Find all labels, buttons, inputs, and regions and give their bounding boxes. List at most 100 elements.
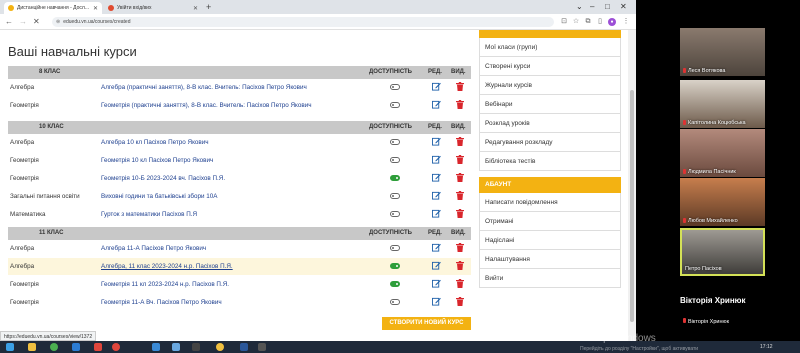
- course-link[interactable]: Виховні години та батьківські збори 10А: [101, 193, 217, 200]
- course-row: Геометрія Геометрія 10 кл Пасіхов Петро Я…: [8, 152, 471, 169]
- availability-toggle[interactable]: [390, 299, 400, 305]
- menu-item[interactable]: Надіслані: [479, 231, 621, 250]
- availability-toggle[interactable]: [390, 102, 400, 108]
- edit-icon[interactable]: [432, 261, 441, 270]
- bookmark-star-icon[interactable]: ☆: [572, 18, 580, 26]
- zoom-icon[interactable]: [152, 343, 160, 351]
- delete-icon[interactable]: [456, 137, 464, 146]
- app-icon[interactable]: [192, 343, 200, 351]
- delete-icon[interactable]: [456, 82, 464, 91]
- availability-toggle[interactable]: [390, 193, 400, 199]
- edit-icon[interactable]: [432, 173, 441, 182]
- delete-icon[interactable]: [456, 209, 464, 218]
- menu-item[interactable]: Вебінари: [479, 95, 621, 114]
- availability-toggle[interactable]: [390, 211, 400, 217]
- course-link[interactable]: Геометрія (практичні заняття), 8-В клас.…: [101, 102, 312, 109]
- mic-muted-icon: [683, 318, 686, 323]
- minimize-icon[interactable]: –: [590, 2, 594, 12]
- edit-icon[interactable]: [432, 279, 441, 288]
- chrome-icon[interactable]: [216, 343, 224, 351]
- menu-item[interactable]: Написати повідомлення: [479, 193, 621, 212]
- delete-icon[interactable]: [456, 297, 464, 306]
- close-tab-icon[interactable]: ✕: [89, 5, 98, 12]
- participant-tile[interactable]: Людмила Пасічник: [680, 129, 765, 177]
- availability-toggle[interactable]: [390, 281, 400, 287]
- page-scrollbar[interactable]: [628, 30, 636, 341]
- participant-tile-active[interactable]: Петро Пасіхов: [680, 228, 765, 276]
- course-link[interactable]: Алгебра, 11 клас 2023-2024 н.р. Пасіхов …: [101, 263, 233, 270]
- menu-item[interactable]: Мої класи (групи): [479, 38, 621, 57]
- participant-tile[interactable]: Капітолина Коцюбська: [680, 80, 765, 128]
- course-link[interactable]: Алгебра 10 кл Пасіхов Петро Якович: [101, 139, 209, 146]
- course-link[interactable]: Геометрія 10 кл Пасіхов Петро Якович: [101, 157, 213, 164]
- new-tab-button[interactable]: +: [206, 2, 211, 13]
- extensions-icon[interactable]: ⧉: [584, 18, 592, 26]
- stop-loading-icon[interactable]: ✕: [33, 17, 40, 27]
- course-link[interactable]: Алгебра 11-А Пасіхов Петро Якович: [101, 245, 206, 252]
- edit-icon[interactable]: [432, 243, 441, 252]
- availability-toggle[interactable]: [390, 157, 400, 163]
- site-info-icon[interactable]: ⊜: [56, 19, 60, 25]
- create-course-button[interactable]: СТВОРИТИ НОВИЙ КУРС: [382, 317, 471, 330]
- edit-icon[interactable]: [432, 155, 441, 164]
- course-link[interactable]: Геометрія 10-Б 2023-2024 вч. Пасіхов П.Я…: [101, 175, 225, 182]
- translate-icon[interactable]: ⊡: [560, 18, 568, 26]
- file-explorer-icon[interactable]: [28, 343, 36, 351]
- url-field[interactable]: ⊜ eduedu.vn.ua/courses/created: [52, 17, 554, 27]
- chrome-icon[interactable]: [50, 343, 58, 351]
- course-link[interactable]: Гурток з математики Пасіхов П.Я: [101, 211, 197, 218]
- delete-icon[interactable]: [456, 261, 464, 270]
- edit-icon[interactable]: [432, 209, 441, 218]
- menu-item[interactable]: Розклад уроків: [479, 114, 621, 133]
- forward-icon[interactable]: →: [19, 17, 27, 27]
- delete-icon[interactable]: [456, 243, 464, 252]
- edit-icon[interactable]: [432, 191, 441, 200]
- close-tab-icon[interactable]: ✕: [189, 5, 198, 12]
- scrollbar-thumb[interactable]: [630, 90, 634, 322]
- menu-item[interactable]: Бібліотека тестів: [479, 152, 621, 171]
- sidebar-icon[interactable]: ▯: [596, 18, 604, 26]
- availability-toggle[interactable]: [390, 84, 400, 90]
- menu-item[interactable]: Налаштування: [479, 250, 621, 269]
- app-icon[interactable]: [258, 343, 266, 351]
- start-icon[interactable]: [6, 343, 14, 351]
- tab-login[interactable]: Увійти вхід/вих ✕: [104, 2, 202, 14]
- course-link[interactable]: Алгебра (практичні заняття), 8-В клас. В…: [101, 84, 307, 91]
- section-title: 10 КЛАС: [39, 124, 64, 130]
- profile-avatar-icon[interactable]: ●: [608, 18, 616, 26]
- menu-item[interactable]: Журнали курсів: [479, 76, 621, 95]
- maximize-icon[interactable]: □: [605, 2, 610, 12]
- participant-tile[interactable]: Леся Вотякова: [680, 28, 765, 76]
- delete-icon[interactable]: [456, 173, 464, 182]
- course-link[interactable]: Геометрія 11-А Вч. Пасіхов Петро Якович: [101, 299, 222, 306]
- more-menu-icon[interactable]: ⋮: [622, 18, 630, 26]
- availability-toggle[interactable]: [390, 175, 400, 181]
- app-icon[interactable]: [94, 343, 102, 351]
- back-icon[interactable]: ←: [5, 17, 13, 27]
- close-window-icon[interactable]: ✕: [620, 2, 627, 12]
- app-icon[interactable]: [172, 343, 180, 351]
- availability-toggle[interactable]: [390, 139, 400, 145]
- availability-toggle[interactable]: [390, 263, 400, 269]
- tab-distance-learning[interactable]: Дистанційне навчання - Досл... ✕: [4, 2, 102, 14]
- delete-icon[interactable]: [456, 100, 464, 109]
- edit-icon[interactable]: [432, 82, 441, 91]
- edit-icon[interactable]: [432, 297, 441, 306]
- menu-item[interactable]: Редагування розкладу: [479, 133, 621, 152]
- menu-item[interactable]: Отримані: [479, 212, 621, 231]
- chevron-down-icon[interactable]: ⌄: [576, 2, 583, 12]
- course-link[interactable]: Геометрія 11 кл 2023-2024 н.р. Пасіхов П…: [101, 281, 229, 288]
- availability-toggle[interactable]: [390, 245, 400, 251]
- clock[interactable]: 17:12: [760, 344, 773, 350]
- delete-icon[interactable]: [456, 155, 464, 164]
- delete-icon[interactable]: [456, 191, 464, 200]
- word-icon[interactable]: [240, 343, 248, 351]
- menu-item[interactable]: Вийти: [479, 269, 621, 288]
- participant-tile[interactable]: Любов Михайленко: [680, 178, 765, 226]
- word-icon[interactable]: [72, 343, 80, 351]
- delete-icon[interactable]: [456, 279, 464, 288]
- edit-icon[interactable]: [432, 100, 441, 109]
- edit-icon[interactable]: [432, 137, 441, 146]
- opera-icon[interactable]: [112, 343, 120, 351]
- menu-item[interactable]: Створені курси: [479, 57, 621, 76]
